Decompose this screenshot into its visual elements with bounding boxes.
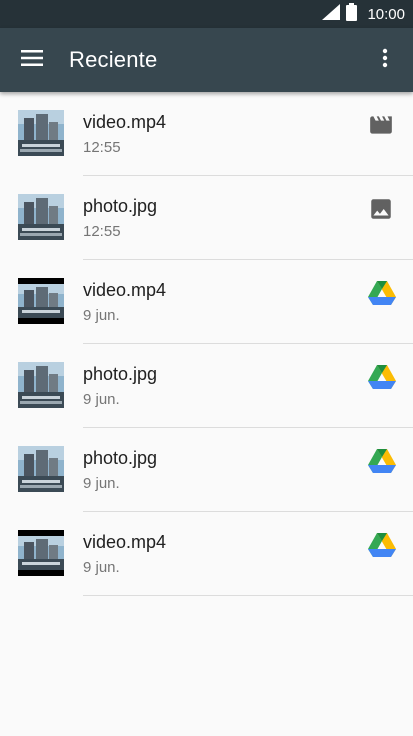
file-row[interactable]: photo.jpg 9 jun. xyxy=(0,344,413,428)
file-row[interactable]: video.mp4 9 jun. xyxy=(0,512,413,596)
recent-files-list: video.mp4 12:55 photo.jpg 12:55 video.mp… xyxy=(0,92,413,596)
file-date: 12:55 xyxy=(83,223,121,240)
video-thumbnail xyxy=(18,530,64,576)
google-drive-icon xyxy=(368,364,396,390)
file-row[interactable]: video.mp4 9 jun. xyxy=(0,260,413,344)
file-name: video.mp4 xyxy=(83,112,167,132)
google-drive-icon xyxy=(368,448,396,474)
image-icon xyxy=(368,196,394,222)
file-name: video.mp4 xyxy=(83,280,167,300)
file-date: 9 jun. xyxy=(83,475,120,492)
video-thumbnail xyxy=(18,110,64,156)
file-date: 9 jun. xyxy=(83,307,120,324)
movie-icon xyxy=(368,112,394,138)
status-time: 10:00 xyxy=(367,5,405,23)
google-drive-icon xyxy=(368,280,396,306)
file-row[interactable]: video.mp4 12:55 xyxy=(0,92,413,176)
google-drive-icon xyxy=(368,532,396,558)
file-name: video.mp4 xyxy=(83,532,167,552)
page-title: Reciente xyxy=(69,47,158,72)
file-date: 12:55 xyxy=(83,139,121,156)
status-icons: 10:00 xyxy=(322,0,405,28)
file-date: 9 jun. xyxy=(83,391,120,408)
signal-icon xyxy=(322,3,341,25)
video-thumbnail xyxy=(18,278,64,324)
menu-icon xyxy=(21,49,43,71)
file-row[interactable]: photo.jpg 9 jun. xyxy=(0,428,413,512)
file-date: 9 jun. xyxy=(83,559,120,576)
file-name: photo.jpg xyxy=(83,196,158,216)
row-divider xyxy=(83,595,413,596)
more-options-button[interactable] xyxy=(365,40,405,80)
status-bar: 10:00 xyxy=(0,0,413,28)
photo-thumbnail xyxy=(18,446,64,492)
file-row[interactable]: photo.jpg 12:55 xyxy=(0,176,413,260)
more-vert-icon xyxy=(382,48,388,73)
file-name: photo.jpg xyxy=(83,448,158,468)
battery-icon xyxy=(346,2,358,26)
app-bar: Reciente xyxy=(0,28,413,92)
file-name: photo.jpg xyxy=(83,364,158,384)
menu-button[interactable] xyxy=(12,40,52,80)
photo-thumbnail xyxy=(18,362,64,408)
photo-thumbnail xyxy=(18,194,64,240)
